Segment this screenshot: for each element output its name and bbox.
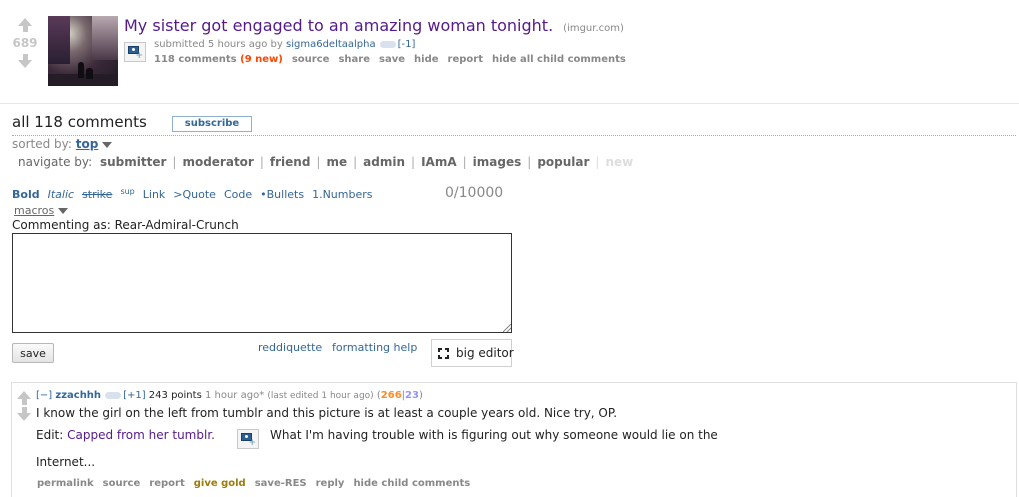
nav-admin[interactable]: admin [363,155,405,169]
tagline-prefix: submitted 5 hours ago by [154,39,283,50]
code-button[interactable]: Code [224,188,252,201]
character-counter: 0/10000 [445,185,504,201]
macros-dropdown[interactable]: macros [14,204,69,217]
post-vote-column: 689 [8,18,42,68]
macros-triangle-icon[interactable] [58,208,69,214]
permalink-link[interactable]: permalink [37,478,94,489]
comments-title: all 118 comments [12,113,147,131]
navigate-bar: navigate by: submitter | moderator | friend |… [18,155,634,169]
collapse-toggle[interactable]: [−] [36,390,52,401]
comment-report-link[interactable]: report [149,478,184,489]
downvote-count: 23 [405,390,419,401]
comment-author-link[interactable]: zzachhh [55,390,101,401]
report-link[interactable]: report [448,54,483,65]
save-comment-button[interactable]: save [12,343,54,363]
comment-textarea[interactable] [12,233,512,333]
source-link[interactable]: source [292,54,330,65]
capped-link[interactable]: Capped from her tumblr. [67,428,215,442]
comment-upvote-arrow-icon[interactable] [17,391,32,405]
sort-dropdown[interactable]: top [76,137,99,151]
post-title-link[interactable]: My sister got engaged to an amazing woma… [124,16,553,35]
user-vote-weight[interactable]: [-1] [398,39,416,50]
superscript-button[interactable]: sup [120,187,134,196]
nav-popular[interactable]: popular [537,155,589,169]
comment-body-line-2-cont: What I'm having trouble with is figuring… [270,428,718,442]
comment-points: 243 points [148,390,202,401]
link-button[interactable]: Link [143,188,166,201]
bullets-button[interactable]: •Bullets [260,188,304,201]
new-comments-count: (9 new) [240,54,283,65]
post-thumbnail[interactable] [48,16,118,86]
comment-body-line-1: I know the girl on the left from tumblr … [36,406,618,420]
reddiquette-link[interactable]: reddiquette [258,341,322,354]
comment-buttons: permalink source report give gold save-RES re… [37,478,479,489]
sort-menu: sorted by: top [12,137,113,151]
navigate-label: navigate by: [18,155,93,169]
italic-button[interactable]: Italic [48,188,74,201]
big-editor-button[interactable]: big editor [431,339,514,367]
comment-body-line-2: Edit: Capped from her tumblr. [36,428,215,442]
post-tagline: submitted 5 hours ago by sigma6deltaalph… [154,39,415,50]
upvote-arrow-icon[interactable] [17,18,33,32]
user-tag-icon[interactable] [379,40,396,48]
big-editor-label: big editor [456,346,514,360]
edit-prefix: Edit: [36,428,64,442]
hide-all-child-comments-link[interactable]: hide all child comments [492,54,626,65]
image-expando-icon[interactable]: + [124,42,146,62]
post-author-link[interactable]: sigma6deltaalpha [286,39,376,50]
comment-downvote-arrow-icon[interactable] [17,407,32,421]
resize-grip-icon[interactable] [503,324,511,332]
strike-button[interactable]: strike [82,188,112,201]
hide-child-comments-link[interactable]: hide child comments [353,478,470,489]
save-link[interactable]: save [379,54,405,65]
comment-time: 1 hour ago* [204,390,265,401]
comment-tagline: [−] zzachhh [+1] 243 points 1 hour ago* (… [36,390,423,401]
nav-me[interactable]: me [326,155,347,169]
formatting-toolbar: Bold Italic strike sup Link >Quote Code •Bullet… [12,187,381,201]
divider [0,103,1019,104]
comment-vote-column [17,391,32,423]
subscribe-button[interactable]: subscribe [172,116,252,132]
share-link[interactable]: share [338,54,370,65]
comment-edited-note: (last edited 1 hour ago) [267,391,374,401]
nav-iama[interactable]: IAmA [421,155,457,169]
commenting-as-label: Commenting as: Rear-Admiral-Crunch [12,218,239,232]
numbers-button[interactable]: 1.Numbers [312,188,372,201]
downvote-arrow-icon[interactable] [17,54,33,68]
nav-moderator[interactable]: moderator [182,155,253,169]
comment-user-vote-weight[interactable]: [+1] [123,390,146,401]
comment-body-line-3: Internet... [36,455,96,469]
save-res-link[interactable]: save-RES [255,478,307,489]
comment-image-expando-icon[interactable]: + [237,429,259,449]
comment-user-tag-icon[interactable] [105,391,122,399]
comment-source-link[interactable]: source [103,478,141,489]
post-buttons: 118 comments (9 new) source share save hide r… [154,54,635,65]
nav-submitter[interactable]: submitter [100,155,166,169]
nav-images[interactable]: images [473,155,522,169]
expand-icon [438,348,449,359]
sorted-by-label: sorted by: [12,137,72,151]
quote-button[interactable]: >Quote [173,188,216,201]
reply-link[interactable]: reply [316,478,345,489]
formatting-help-link[interactable]: formatting help [332,341,417,354]
hide-link[interactable]: hide [414,54,439,65]
macros-label[interactable]: macros [14,204,54,217]
dotted-divider [12,135,1016,136]
upvote-count: 266 [380,390,402,401]
vote-breakdown: (266|23) [376,390,423,401]
dropdown-triangle-icon[interactable] [102,141,113,148]
give-gold-link[interactable]: give gold [194,478,246,489]
post-header: 689 My sister got engaged to an amazing … [0,0,1019,102]
post-title-line: My sister got engaged to an amazing woma… [124,16,624,35]
post-domain[interactable]: (imgur.com) [563,23,624,34]
comments-link[interactable]: 118 comments (9 new) [154,54,283,65]
nav-new[interactable]: new [605,155,633,169]
post-score: 689 [12,36,38,50]
bold-button[interactable]: Bold [12,188,40,201]
nav-friend[interactable]: friend [270,155,311,169]
